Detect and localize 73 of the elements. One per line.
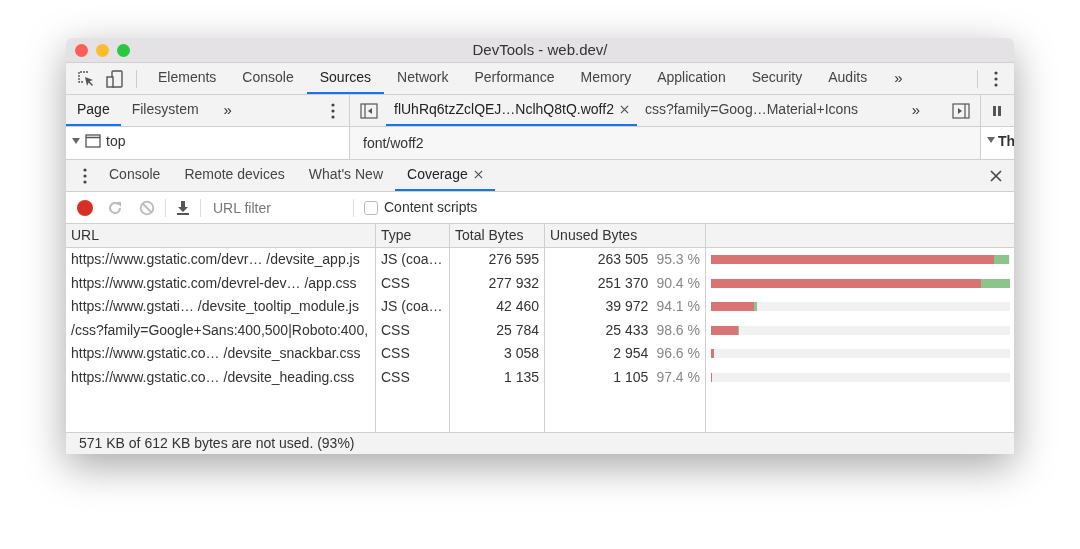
tab[interactable]: Performance <box>461 63 568 94</box>
percent-text: 97.4 % <box>656 367 700 387</box>
tree-item[interactable]: top <box>106 130 126 152</box>
table-cell-text: 1 105 <box>613 367 649 387</box>
column-header[interactable]: Type <box>376 224 450 248</box>
column-header[interactable]: Unused Bytes <box>545 224 706 248</box>
percent-text: 98.6 % <box>656 320 700 340</box>
table-cell: CSS <box>376 365 450 389</box>
toggle-navigator-icon[interactable] <box>360 102 378 119</box>
column-header[interactable]: URL <box>66 224 376 248</box>
more-options-icon[interactable] <box>994 70 998 87</box>
toggle-debugger-icon[interactable] <box>952 102 970 119</box>
table-cell: JS (coa… <box>376 295 450 319</box>
tab[interactable]: Audits <box>815 63 881 94</box>
table-cell: JS (coa… <box>376 248 450 272</box>
tab[interactable]: Filesystem <box>120 95 210 126</box>
percent-text: 90.4 % <box>656 273 700 293</box>
download-icon[interactable] <box>176 199 190 216</box>
file-type-text: font/woff2 <box>363 133 424 153</box>
checkbox[interactable] <box>364 200 378 215</box>
tab[interactable]: css?family=Goog…Material+Icons <box>636 95 867 126</box>
more-tabs-button[interactable]: » <box>894 67 903 90</box>
tab[interactable]: Remote devices <box>172 160 297 191</box>
percent-text: 94.1 % <box>656 297 700 317</box>
table-cell: 1 135 <box>450 365 545 389</box>
tab[interactable]: Console <box>97 160 173 191</box>
table-cell: 277 932 <box>450 271 545 295</box>
more-tabs-button[interactable]: » <box>911 99 920 122</box>
collapse-arrow-icon[interactable] <box>72 137 80 145</box>
section-header[interactable]: Th <box>998 131 1014 152</box>
table-cell-text: 2 954 <box>613 344 649 364</box>
table-cell: 3 058 <box>450 342 545 366</box>
window-title: DevTools - web.dev/ <box>472 39 608 60</box>
table-cell: 276 595 <box>450 248 545 272</box>
tab[interactable]: Application <box>644 63 739 94</box>
table-cell-text: 251 370 <box>597 273 649 293</box>
table-cell: https://www.gstati… /devsite_tooltip_module.js <box>66 295 376 319</box>
tab[interactable]: Security <box>738 63 816 94</box>
table-cell-text: 25 433 <box>605 320 649 340</box>
tab[interactable]: Network <box>384 63 462 94</box>
column-header[interactable]: Total Bytes <box>450 224 545 248</box>
record-button[interactable] <box>77 199 93 216</box>
device-icon[interactable] <box>106 69 124 88</box>
table-cell: https://www.gstatic.co… /devsite_heading.css <box>66 365 376 389</box>
table-cell: CSS <box>376 271 450 295</box>
more-tabs-button[interactable]: » <box>223 99 232 122</box>
table-cell: 42 460 <box>450 295 545 319</box>
table-cell: CSS <box>376 342 450 366</box>
status-text: 571 KB of 612 KB bytes are not used. (93%) <box>79 434 355 453</box>
frame-icon <box>85 134 101 148</box>
close-tab-icon[interactable] <box>619 105 629 114</box>
table-cell: CSS <box>376 318 450 342</box>
table-cell-text: 263 505 <box>597 250 649 270</box>
table-cell: /css?family=Google+Sans:400,500|Roboto:400, <box>66 318 376 342</box>
table-cell: 25 784 <box>450 318 545 342</box>
tab[interactable]: Elements <box>145 63 230 94</box>
tab[interactable]: What's New <box>296 160 395 191</box>
percent-text: 96.6 % <box>656 344 700 364</box>
tab[interactable]: Memory <box>567 63 645 94</box>
table-cell-text: 39 972 <box>605 297 649 317</box>
close-icon[interactable] <box>990 169 1002 182</box>
close-tab-icon[interactable] <box>473 170 483 179</box>
percent-text: 95.3 % <box>656 250 700 270</box>
table-cell: https://www.gstatic.co… /devsite_snackbar.css <box>66 342 376 366</box>
more-options-icon[interactable] <box>331 102 335 119</box>
more-options-icon[interactable] <box>83 167 87 184</box>
pause-icon[interactable] <box>993 105 1001 116</box>
checkbox-label: Content scripts <box>384 198 478 217</box>
inspect-icon[interactable] <box>78 70 94 87</box>
tab[interactable]: Console <box>229 63 307 94</box>
expand-arrow-icon[interactable] <box>987 137 995 143</box>
table-cell: https://www.gstatic.com/devr… /devsite_app.js <box>66 248 376 272</box>
table-cell: https://www.gstatic.com/devrel-dev… /app.css <box>66 271 376 295</box>
